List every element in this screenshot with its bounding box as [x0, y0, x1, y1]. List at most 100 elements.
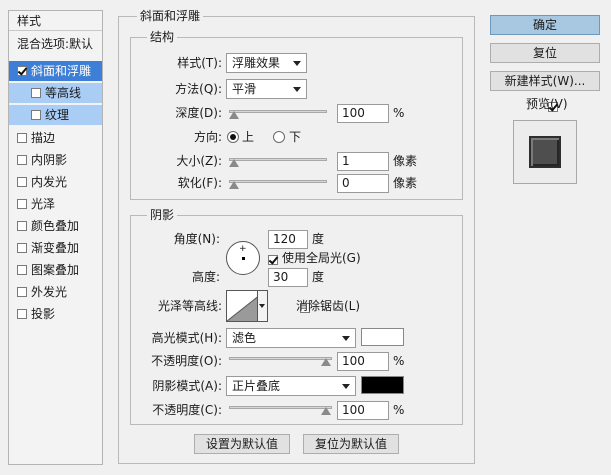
- style-select-value: 浮雕效果: [232, 56, 281, 70]
- style-item-drop-shadow[interactable]: 投影: [9, 304, 102, 324]
- direction-up-radio[interactable]: [227, 131, 239, 143]
- soften-slider[interactable]: [229, 180, 327, 183]
- depth-slider-thumb[interactable]: [229, 111, 239, 119]
- color-overlay-checkbox[interactable]: [17, 221, 27, 231]
- gradient-overlay-checkbox[interactable]: [17, 243, 27, 253]
- depth-input[interactable]: 100: [337, 104, 389, 123]
- angle-label: 角度(N):: [173, 232, 220, 246]
- size-slider[interactable]: [229, 158, 327, 161]
- ok-button[interactable]: 确定: [490, 15, 600, 35]
- style-item-label: 斜面和浮雕: [31, 64, 92, 78]
- angle-input[interactable]: 120: [268, 230, 308, 249]
- altitude-unit: 度: [312, 270, 325, 284]
- style-item-inner-shadow[interactable]: 内阴影: [9, 150, 102, 170]
- satin-checkbox[interactable]: [17, 199, 27, 209]
- angle-unit: 度: [312, 232, 325, 246]
- reset-default-button[interactable]: 复位为默认值: [303, 434, 399, 454]
- style-item-pattern-overlay[interactable]: 图案叠加: [9, 260, 102, 280]
- contour-checkbox[interactable]: [31, 88, 41, 98]
- bevel-emboss-checkbox[interactable]: [17, 66, 27, 76]
- soften-label: 软化(F):: [177, 176, 222, 190]
- altitude-input[interactable]: 30: [268, 268, 308, 287]
- global-light-label: 使用全局光(G): [282, 251, 361, 265]
- chevron-down-icon: [293, 61, 301, 66]
- stroke-checkbox[interactable]: [17, 133, 27, 143]
- style-item-outer-glow[interactable]: 外发光: [9, 282, 102, 302]
- style-item-label: 渐变叠加: [31, 241, 80, 255]
- technique-select[interactable]: 平滑: [226, 79, 307, 99]
- shadow-opacity-thumb[interactable]: [321, 407, 331, 415]
- reset-button[interactable]: 复位: [490, 43, 600, 63]
- inner-shadow-checkbox[interactable]: [17, 155, 27, 165]
- style-item-label: 颜色叠加: [31, 219, 80, 233]
- soften-input[interactable]: 0: [337, 174, 389, 193]
- blend-options-item[interactable]: 混合选项:默认: [9, 34, 102, 54]
- style-item-label: 内发光: [31, 175, 68, 189]
- size-slider-thumb[interactable]: [229, 159, 239, 167]
- make-default-button[interactable]: 设置为默认值: [194, 434, 290, 454]
- direction-up-label: 上: [242, 130, 255, 144]
- style-select[interactable]: 浮雕效果: [226, 53, 307, 73]
- style-item-stroke[interactable]: 描边: [9, 128, 102, 148]
- styles-header[interactable]: 样式: [9, 11, 102, 31]
- highlight-mode-value: 滤色: [232, 331, 257, 345]
- pattern-overlay-checkbox[interactable]: [17, 265, 27, 275]
- texture-checkbox[interactable]: [31, 110, 41, 120]
- shadow-opacity-slider[interactable]: [229, 406, 332, 409]
- size-unit: 像素: [393, 154, 418, 168]
- drop-shadow-checkbox[interactable]: [17, 309, 27, 319]
- style-item-inner-glow[interactable]: 内发光: [9, 172, 102, 192]
- highlight-mode-label: 高光模式(H):: [151, 331, 222, 345]
- size-input[interactable]: 1: [337, 152, 389, 171]
- crosshair-icon: +: [239, 244, 247, 254]
- preview-thumbnail: [529, 136, 561, 168]
- shadow-mode-select[interactable]: 正片叠底: [226, 376, 356, 396]
- highlight-opacity-thumb[interactable]: [321, 358, 331, 366]
- highlight-opacity-slider[interactable]: [229, 357, 332, 360]
- highlight-color-swatch[interactable]: [361, 328, 404, 346]
- style-item-gradient-overlay[interactable]: 渐变叠加: [9, 238, 102, 258]
- direction-down-label: 下: [289, 130, 302, 144]
- structure-title: 结构: [147, 30, 178, 44]
- shadow-mode-label: 阴影模式(A):: [152, 379, 222, 393]
- highlight-opacity-unit: %: [393, 354, 405, 368]
- direction-down-radio[interactable]: [273, 131, 285, 143]
- soften-slider-thumb[interactable]: [229, 181, 239, 189]
- style-item-texture[interactable]: 纹理: [9, 105, 102, 125]
- depth-slider[interactable]: [229, 110, 327, 113]
- style-item-label: 纹理: [45, 108, 70, 122]
- style-item-bevel-emboss[interactable]: 斜面和浮雕: [9, 61, 102, 81]
- style-item-color-overlay[interactable]: 颜色叠加: [9, 216, 102, 236]
- layer-style-list: 样式 混合选项:默认 斜面和浮雕 等高线 纹理 描边 内阴影 内发光 光泽 颜色…: [8, 10, 103, 465]
- highlight-opacity-input[interactable]: 100: [337, 352, 389, 371]
- highlight-mode-select[interactable]: 滤色: [226, 328, 356, 348]
- contour-dropdown[interactable]: [257, 290, 268, 322]
- shadow-color-swatch[interactable]: [361, 376, 404, 394]
- dial-center: [242, 257, 245, 260]
- chevron-down-icon: [342, 384, 350, 389]
- inner-glow-checkbox[interactable]: [17, 177, 27, 187]
- depth-unit: %: [393, 106, 405, 120]
- altitude-label: 高度:: [191, 270, 220, 284]
- shadow-opacity-input[interactable]: 100: [337, 401, 389, 420]
- shadow-opacity-unit: %: [393, 403, 405, 417]
- highlight-opacity-label: 不透明度(O):: [151, 354, 222, 368]
- depth-label: 深度(D):: [175, 106, 222, 120]
- style-preview: [513, 120, 577, 184]
- outer-glow-checkbox[interactable]: [17, 287, 27, 297]
- chevron-down-icon: [259, 304, 265, 308]
- global-light-checkbox[interactable]: [268, 255, 278, 265]
- style-item-label: 投影: [31, 307, 56, 321]
- chevron-down-icon: [293, 87, 301, 92]
- style-item-label: 内阴影: [31, 153, 68, 167]
- angle-dial[interactable]: +: [226, 241, 260, 275]
- style-item-satin[interactable]: 光泽: [9, 194, 102, 214]
- style-item-label: 外发光: [31, 285, 68, 299]
- shadow-opacity-label: 不透明度(C):: [152, 403, 222, 417]
- direction-label: 方向:: [193, 130, 222, 144]
- preview-label: 预览(V): [526, 97, 568, 111]
- style-item-contour[interactable]: 等高线: [9, 83, 102, 103]
- style-item-label: 图案叠加: [31, 263, 80, 277]
- style-label: 样式(T):: [177, 56, 222, 70]
- new-style-button[interactable]: 新建样式(W)...: [490, 71, 600, 91]
